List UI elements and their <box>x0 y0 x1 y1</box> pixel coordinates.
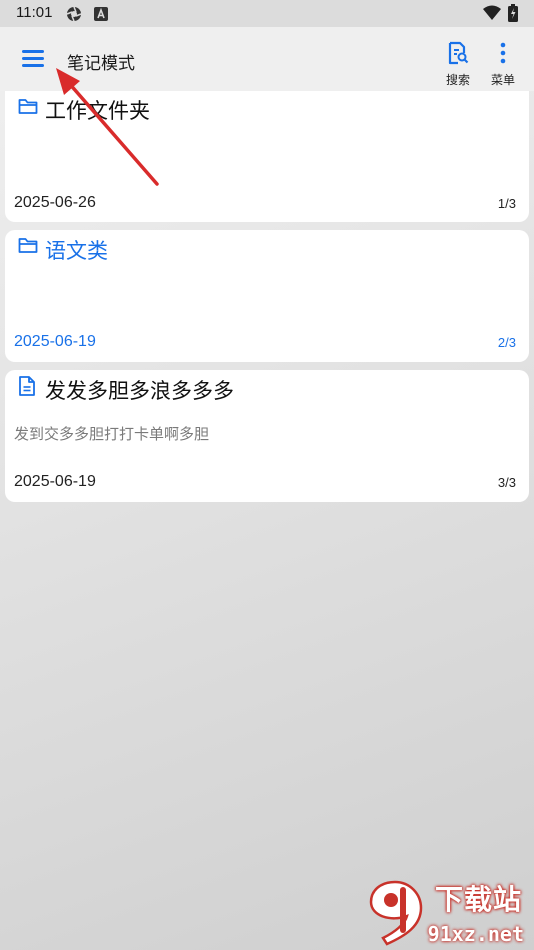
menu-label: 菜单 <box>490 73 515 87</box>
a-badge-icon <box>94 6 108 25</box>
note-date: 2025-06-19 <box>14 473 96 490</box>
note-card[interactable]: 发发多胆多浪多多多 发到交多多胆打打卡单啊多胆 2025-06-19 3/3 <box>5 370 529 502</box>
status-bar: 11:01 <box>0 0 534 27</box>
folder-icon <box>18 236 38 258</box>
note-card[interactable]: 工作文件夹 2025-06-26 1/3 <box>5 91 529 222</box>
folder-icon <box>18 97 38 119</box>
note-position: 1/3 <box>497 196 516 211</box>
search-label: 搜索 <box>445 73 470 87</box>
watermark: 下载站 91xz.net <box>365 878 530 948</box>
battery-icon <box>508 4 518 26</box>
hamburger-line <box>22 57 44 60</box>
watermark-logo-icon <box>369 880 423 946</box>
document-icon <box>18 376 36 400</box>
status-time: 11:01 <box>16 4 53 21</box>
note-preview: 发到交多多胆打打卡单啊多胆 <box>14 425 210 443</box>
more-menu-button[interactable]: 菜单 <box>483 41 523 88</box>
search-note-icon <box>447 41 469 69</box>
search-button[interactable]: 搜索 <box>438 41 478 88</box>
hamburger-icon <box>22 50 44 53</box>
aperture-icon <box>66 6 82 26</box>
note-card[interactable]: 语文类 2025-06-19 2/3 <box>5 230 529 362</box>
note-position: 3/3 <box>497 475 516 490</box>
note-title: 工作文件夹 <box>45 99 150 123</box>
note-position: 2/3 <box>497 335 516 350</box>
menu-drawer-button[interactable] <box>22 50 44 68</box>
note-date: 2025-06-26 <box>14 194 96 211</box>
watermark-sub-text: 91xz.net <box>427 922 524 946</box>
watermark-main-text: 下载站 <box>434 883 522 916</box>
more-vert-icon <box>492 42 514 69</box>
page-title: 笔记模式 <box>67 54 135 74</box>
wifi-icon <box>483 5 501 25</box>
note-title: 语文类 <box>45 239 108 263</box>
hamburger-line <box>22 64 44 67</box>
note-title: 发发多胆多浪多多多 <box>45 379 234 403</box>
note-date: 2025-06-19 <box>14 333 96 350</box>
app-bar: 笔记模式 搜索 菜单 <box>0 27 534 91</box>
